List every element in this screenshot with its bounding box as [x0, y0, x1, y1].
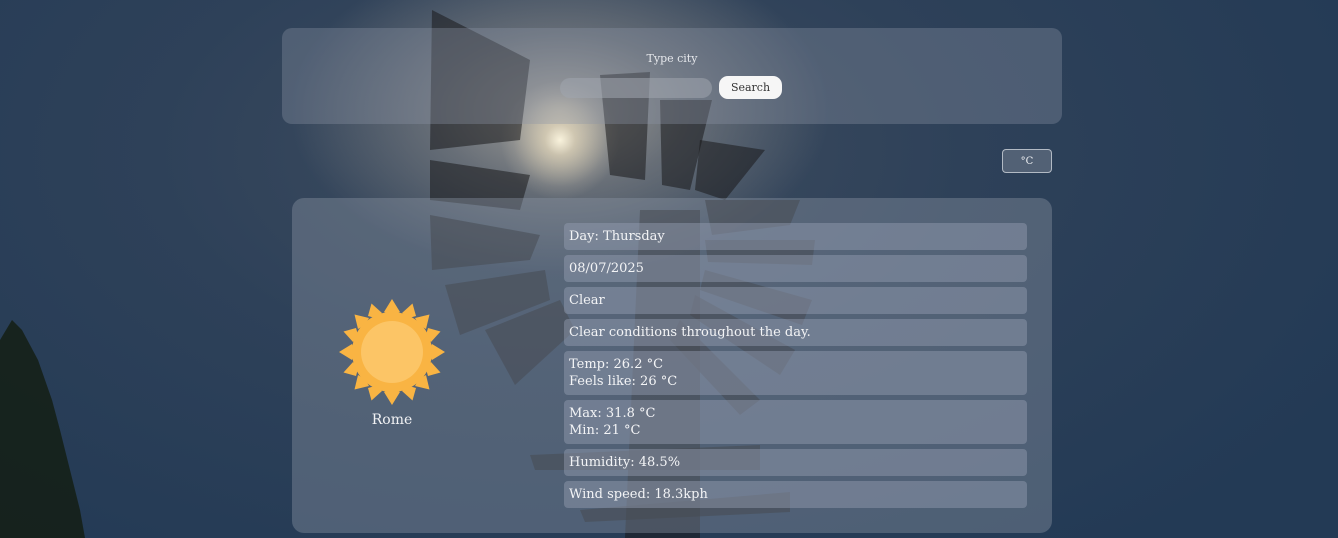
- min-max-row: Max: 31.8 °C Min: 21 °C: [564, 400, 1027, 444]
- description-row: Clear conditions throughout the day.: [564, 319, 1027, 346]
- feels-like-text: Feels like: 26 °C: [569, 374, 678, 389]
- day-text: Day: Thursday: [569, 229, 665, 244]
- max-text: Max: 31.8 °C: [569, 406, 656, 421]
- humidity-text: Humidity: 48.5%: [569, 455, 681, 470]
- city-search-input[interactable]: [560, 78, 712, 98]
- temperature-row: Temp: 26.2 °C Feels like: 26 °C: [564, 351, 1027, 395]
- humidity-row: Humidity: 48.5%: [564, 449, 1027, 476]
- wind-text: Wind speed: 18.3kph: [569, 487, 708, 502]
- condition-row: Clear: [564, 287, 1027, 314]
- search-label: Type city: [646, 52, 698, 65]
- min-text: Min: 21 °C: [569, 423, 641, 438]
- day-row: Day: Thursday: [564, 223, 1027, 250]
- unit-toggle-button[interactable]: °C: [1002, 149, 1052, 173]
- temp-text: Temp: 26.2 °C: [569, 357, 664, 372]
- search-panel: Type city Search: [282, 28, 1062, 124]
- description-text: Clear conditions throughout the day.: [569, 325, 811, 340]
- weather-details: Day: Thursday 08/07/2025 Clear Clear con…: [564, 223, 1027, 513]
- city-name: Rome: [371, 412, 413, 428]
- condition-text: Clear: [569, 293, 605, 308]
- date-text: 08/07/2025: [569, 261, 644, 276]
- weather-card: Rome Day: Thursday 08/07/2025 Clear Clea…: [292, 198, 1052, 533]
- sun-icon: [338, 298, 446, 406]
- wind-row: Wind speed: 18.3kph: [564, 481, 1027, 508]
- date-row: 08/07/2025: [564, 255, 1027, 282]
- search-button[interactable]: Search: [719, 76, 782, 99]
